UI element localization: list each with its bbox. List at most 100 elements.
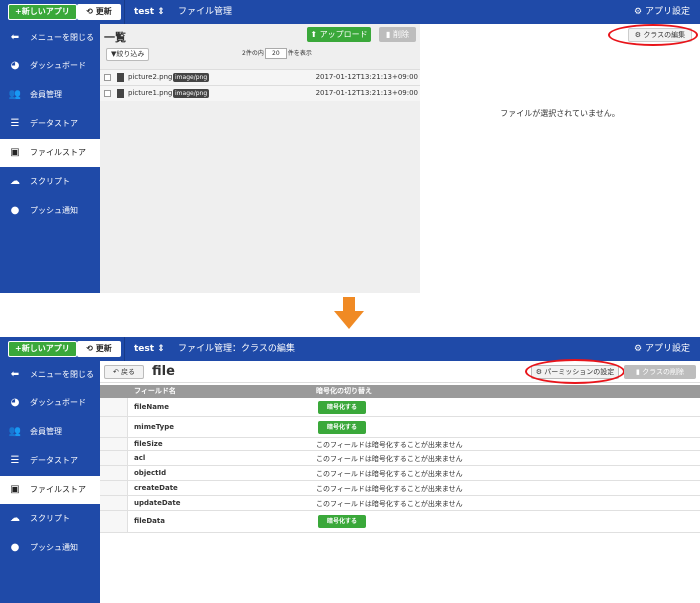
sidebar-item-datastore[interactable]: ☰ データストア [0, 110, 100, 138]
sidebar-item-label: ファイルストア [30, 485, 86, 494]
encrypt-button[interactable]: 暗号化する [318, 401, 366, 414]
gauge-icon: ◕ [10, 60, 20, 71]
sidebar-item-close-menu[interactable]: ⬅ メニューを閉じる [0, 24, 100, 52]
sidebar-item-dashboard[interactable]: ◕ ダッシュボード [0, 52, 100, 80]
per-page-select[interactable]: 20 [264, 48, 287, 59]
main-content: ↶ 戻る file ⚙ パーミッションの設定 ▮ クラスの削除 フィールド名 暗… [100, 359, 700, 603]
column-header-field: フィールド名 [134, 387, 176, 395]
encrypt-button[interactable]: 暗号化する [318, 421, 366, 434]
sidebar-item-label: メニューを閉じる [30, 33, 94, 42]
sidebar-item-label: データストア [30, 119, 78, 128]
sidebar-item-members[interactable]: 👥 会員管理 [0, 81, 100, 109]
sidebar-item-push[interactable]: ● プッシュ通知 [0, 534, 100, 562]
chat-bubble-icon: ● [10, 205, 20, 216]
field-name: updateDate [134, 499, 181, 507]
refresh-label: 更新 [95, 7, 112, 16]
sidebar-item-label: ダッシュボード [30, 61, 86, 70]
file-icon: ▣ [10, 147, 20, 158]
document-icon [117, 73, 124, 82]
mime-badge: image/png [173, 73, 210, 82]
row-gutter [100, 511, 128, 532]
row-gutter [100, 451, 128, 465]
down-arrow-icon [334, 297, 364, 329]
refresh-icon: ⟲ [86, 344, 96, 353]
users-icon: 👥 [8, 89, 22, 100]
app-settings-label: アプリ設定 [644, 344, 690, 354]
new-app-button[interactable]: +新しいアプリ [8, 4, 77, 20]
file-row[interactable]: picture1.png image/png 2017-01-12T13:21:… [100, 85, 420, 101]
sidebar-item-label: プッシュ通知 [30, 543, 78, 552]
sidebar-item-script[interactable]: ☁ スクリプト [0, 505, 100, 533]
delete-class-button[interactable]: ▮ クラスの削除 [624, 365, 696, 379]
row-gutter [100, 481, 128, 495]
sidebar-item-members[interactable]: 👥 会員管理 [0, 418, 100, 446]
sidebar-item-label: ファイルストア [30, 148, 86, 157]
pagination-info: 2件の内 20 件を表示 [242, 48, 312, 60]
row-gutter [100, 398, 128, 416]
database-icon: ☰ [10, 455, 20, 466]
sidebar-item-script[interactable]: ☁ スクリプト [0, 168, 100, 196]
sidebar-item-datastore[interactable]: ☰ データストア [0, 447, 100, 475]
refresh-button[interactable]: ⟲ 更新 [77, 4, 121, 20]
file-date: 2017-01-12T13:21:13+09:00 [315, 89, 418, 97]
file-name: picture1.png [128, 89, 173, 97]
sidebar-item-filestore[interactable]: ▣ ファイルストア [0, 139, 100, 167]
back-label: 戻る [121, 368, 136, 376]
sidebar-item-label: スクリプト [30, 514, 70, 523]
app-selector[interactable]: test ⇕ [134, 337, 165, 361]
back-button[interactable]: ↶ 戻る [104, 365, 144, 379]
sidebar: ⬅ メニューを閉じる ◕ ダッシュボード 👥 会員管理 ☰ データストア ▣ ファイルスト… [0, 361, 100, 603]
new-app-button[interactable]: +新しいアプリ [8, 341, 77, 357]
file-name: picture2.png [128, 73, 173, 81]
filter-label: 絞り込み [116, 50, 145, 58]
field-name: fileData [134, 517, 165, 525]
not-encryptable-text: このフィールドは暗号化することが出来ません [316, 485, 463, 493]
chat-bubble-icon: ● [10, 542, 20, 553]
table-header: フィールド名 暗号化の切り替え [100, 385, 700, 398]
upload-button[interactable]: ⬆ アップロード [307, 27, 371, 42]
class-header: ↶ 戻る file ⚙ パーミッションの設定 ▮ クラスの削除 [100, 359, 700, 384]
app-settings-button[interactable]: ⚙ アプリ設定 [634, 0, 690, 24]
table-row: acl このフィールドは暗号化することが出来ません [100, 451, 700, 466]
not-encryptable-text: このフィールドは暗号化することが出来ません [316, 441, 463, 449]
app-settings-label: アプリ設定 [644, 7, 690, 17]
top-bar: +新しいアプリ ⟲ 更新 test ⇕ ファイル管理 ⚙ アプリ設定 [0, 0, 700, 24]
page-title: ファイル管理 [178, 7, 233, 17]
field-name: createDate [134, 484, 178, 492]
table-row: objectId このフィールドは暗号化することが出来ません [100, 466, 700, 481]
gears-icon: ⚙ [634, 7, 645, 17]
delete-button[interactable]: ▮ 削除 [379, 27, 416, 42]
upload-label: アップロード [319, 30, 368, 39]
app-selector[interactable]: test ⇕ [134, 0, 165, 24]
sidebar-item-label: 会員管理 [30, 427, 62, 436]
row-checkbox[interactable] [104, 74, 111, 81]
not-encryptable-text: このフィールドは暗号化することが出来ません [316, 500, 463, 508]
row-checkbox[interactable] [104, 90, 111, 97]
not-encryptable-text: このフィールドは暗号化することが出来ません [316, 470, 463, 478]
sidebar-item-label: メニューを閉じる [30, 370, 94, 379]
not-encryptable-text: このフィールドは暗号化することが出来ません [316, 455, 463, 463]
sort-icon: ⇕ [157, 344, 165, 354]
database-icon: ☰ [10, 118, 20, 129]
gauge-icon: ◕ [10, 397, 20, 408]
sidebar-item-dashboard[interactable]: ◕ ダッシュボード [0, 389, 100, 417]
filter-button[interactable]: ▼絞り込み [106, 48, 150, 61]
count-prefix: 2件の内 [242, 50, 264, 57]
app-settings-button[interactable]: ⚙ アプリ設定 [634, 337, 690, 361]
cloud-code-icon: ☁ [10, 176, 20, 187]
main-content: 一覧 ⬆ アップロード ▮ 削除 ▼絞り込み 2件の内 20 件を表示 pictur… [100, 24, 700, 293]
sidebar-item-push[interactable]: ● プッシュ通知 [0, 197, 100, 225]
divider [124, 0, 125, 24]
sidebar: ⬅ メニューを閉じる ◕ ダッシュボード 👥 会員管理 ☰ データストア ▣ ファイルスト… [0, 24, 100, 293]
refresh-button[interactable]: ⟲ 更新 [77, 341, 121, 357]
encrypt-button[interactable]: 暗号化する [318, 515, 366, 528]
sidebar-item-filestore[interactable]: ▣ ファイルストア [0, 476, 100, 504]
column-header-encrypt: 暗号化の切り替え [316, 387, 372, 395]
sidebar-item-close-menu[interactable]: ⬅ メニューを閉じる [0, 361, 100, 389]
file-detail-pane: ⚙ クラスの編集 ファイルが選択されていません。 [420, 24, 700, 293]
field-name: objectId [134, 469, 167, 477]
app-name: test [134, 7, 155, 17]
file-row[interactable]: picture2.png image/png 2017-01-12T13:21:… [100, 69, 420, 85]
sidebar-item-label: データストア [30, 456, 78, 465]
row-gutter [100, 417, 128, 437]
